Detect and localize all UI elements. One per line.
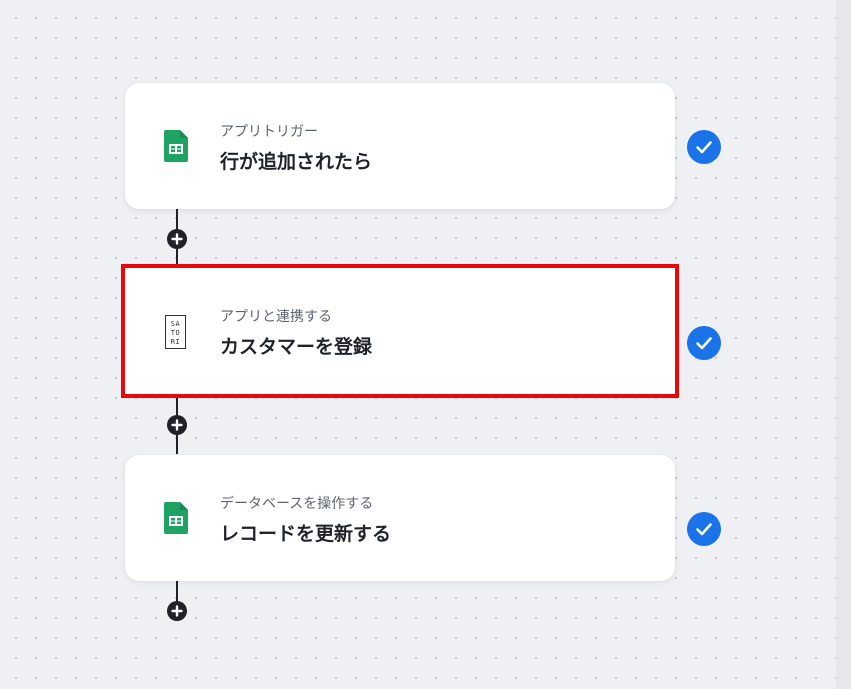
satori-logo-line-3: RI [170,338,181,346]
satori-logo: SA TO RI [165,315,186,349]
step-title: レコードを更新する [220,523,392,545]
flow-step-card-trigger[interactable]: アプリトリガー 行が追加されたら [125,83,675,209]
complete-check-icon [687,130,721,164]
step-type-label: アプリと連携する [220,309,332,325]
step-title: 行が追加されたら [220,151,373,173]
satori-logo-line-1: SA [170,320,181,328]
satori-logo-line-2: TO [170,329,181,337]
plus-icon [171,233,183,245]
plus-icon [171,419,183,431]
flow-step-card-database[interactable]: データベースを操作する レコードを更新する [125,455,675,581]
plus-icon [171,605,183,617]
canvas-right-edge [836,0,851,689]
flow-step-card-app-integration[interactable]: SA TO RI アプリと連携する カスタマーを登録 [121,264,679,398]
step-title: カスタマーを登録 [220,336,373,358]
add-step-button[interactable] [167,415,187,435]
add-step-button[interactable] [167,601,187,621]
google-sheets-icon [164,502,188,538]
add-step-button[interactable] [167,229,187,249]
step-type-label: アプリトリガー [220,124,318,140]
google-sheets-icon [164,130,188,166]
complete-check-icon [687,512,721,546]
complete-check-icon [687,326,721,360]
step-type-label: データベースを操作する [220,496,374,512]
